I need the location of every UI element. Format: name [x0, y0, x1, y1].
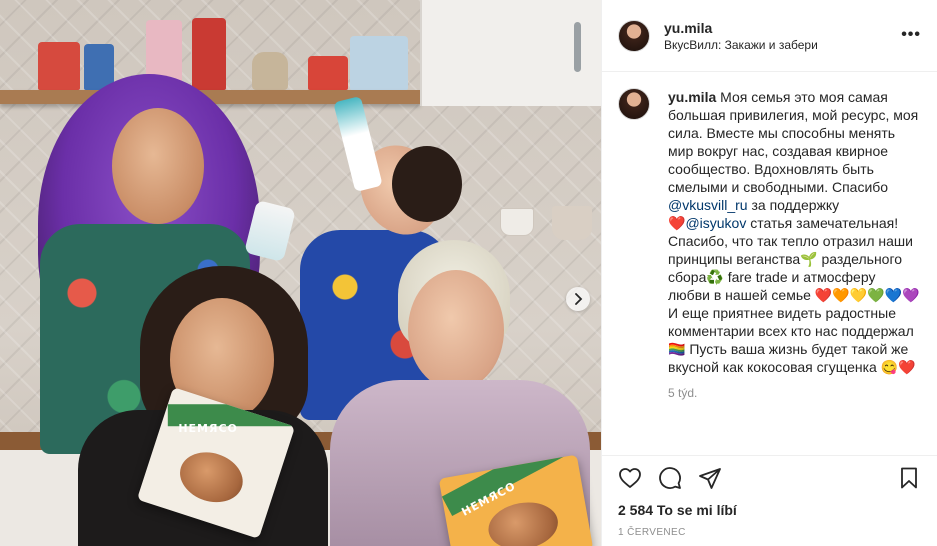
face	[408, 270, 504, 390]
avatar[interactable]	[618, 19, 650, 52]
cup	[500, 208, 534, 236]
comments-section: yu.mila Моя семья это моя самая большая …	[602, 72, 937, 455]
more-dots-icon[interactable]: •••	[901, 26, 921, 44]
action-bar	[602, 455, 937, 499]
mention-link[interactable]: @vkusvill_ru	[668, 197, 748, 213]
cup	[552, 206, 592, 240]
chevron-right-icon	[575, 293, 583, 305]
jar-small-red	[308, 56, 348, 90]
caption-username[interactable]: yu.mila	[668, 89, 716, 105]
tin-box	[350, 36, 408, 90]
glass-jar	[252, 52, 288, 90]
post-header: yu.mila ВкусВилл: Закажи и забери •••	[602, 0, 937, 72]
mention-link[interactable]: @isyukov	[685, 215, 746, 231]
next-photo-button[interactable]	[566, 287, 590, 311]
like-count[interactable]: 2 584 To se mi líbí	[602, 501, 937, 519]
upper-cabinet	[420, 0, 601, 106]
package-label: НЕМЯСО	[178, 421, 238, 435]
instagram-post: НЕМЯСО НЕМЯСО yu.mila ВкусВилл: Закажи и…	[0, 0, 937, 546]
caption: yu.mila Моя семья это моя самая большая …	[618, 88, 921, 376]
heart-icon[interactable]	[618, 466, 642, 490]
jar-tall-red	[192, 18, 226, 90]
comment-icon[interactable]	[658, 466, 682, 490]
caption-time[interactable]: 5 týd.	[668, 386, 921, 400]
heart-emoji: ❤️	[668, 215, 686, 231]
caption-text: yu.mila Моя семья это моя самая большая …	[668, 88, 921, 376]
paper-plane-icon[interactable]	[698, 466, 722, 490]
post-side-panel: yu.mila ВкусВилл: Закажи и забери ••• yu…	[601, 0, 937, 546]
jar-red	[38, 42, 80, 90]
dark-hair	[392, 146, 462, 222]
caption-part: статья замечательная! Спасибо, что так т…	[668, 215, 920, 375]
face	[112, 108, 204, 224]
username-link[interactable]: yu.mila	[664, 19, 818, 37]
location-link[interactable]: ВкусВилл: Закажи и забери	[664, 37, 818, 53]
avatar[interactable]	[618, 88, 650, 120]
post-date[interactable]: 1 ČERVENEC	[602, 527, 937, 538]
bookmark-icon[interactable]	[897, 466, 921, 490]
post-photo[interactable]: НЕМЯСО НЕМЯСО	[0, 0, 601, 546]
caption-part: за поддержку	[751, 197, 840, 213]
